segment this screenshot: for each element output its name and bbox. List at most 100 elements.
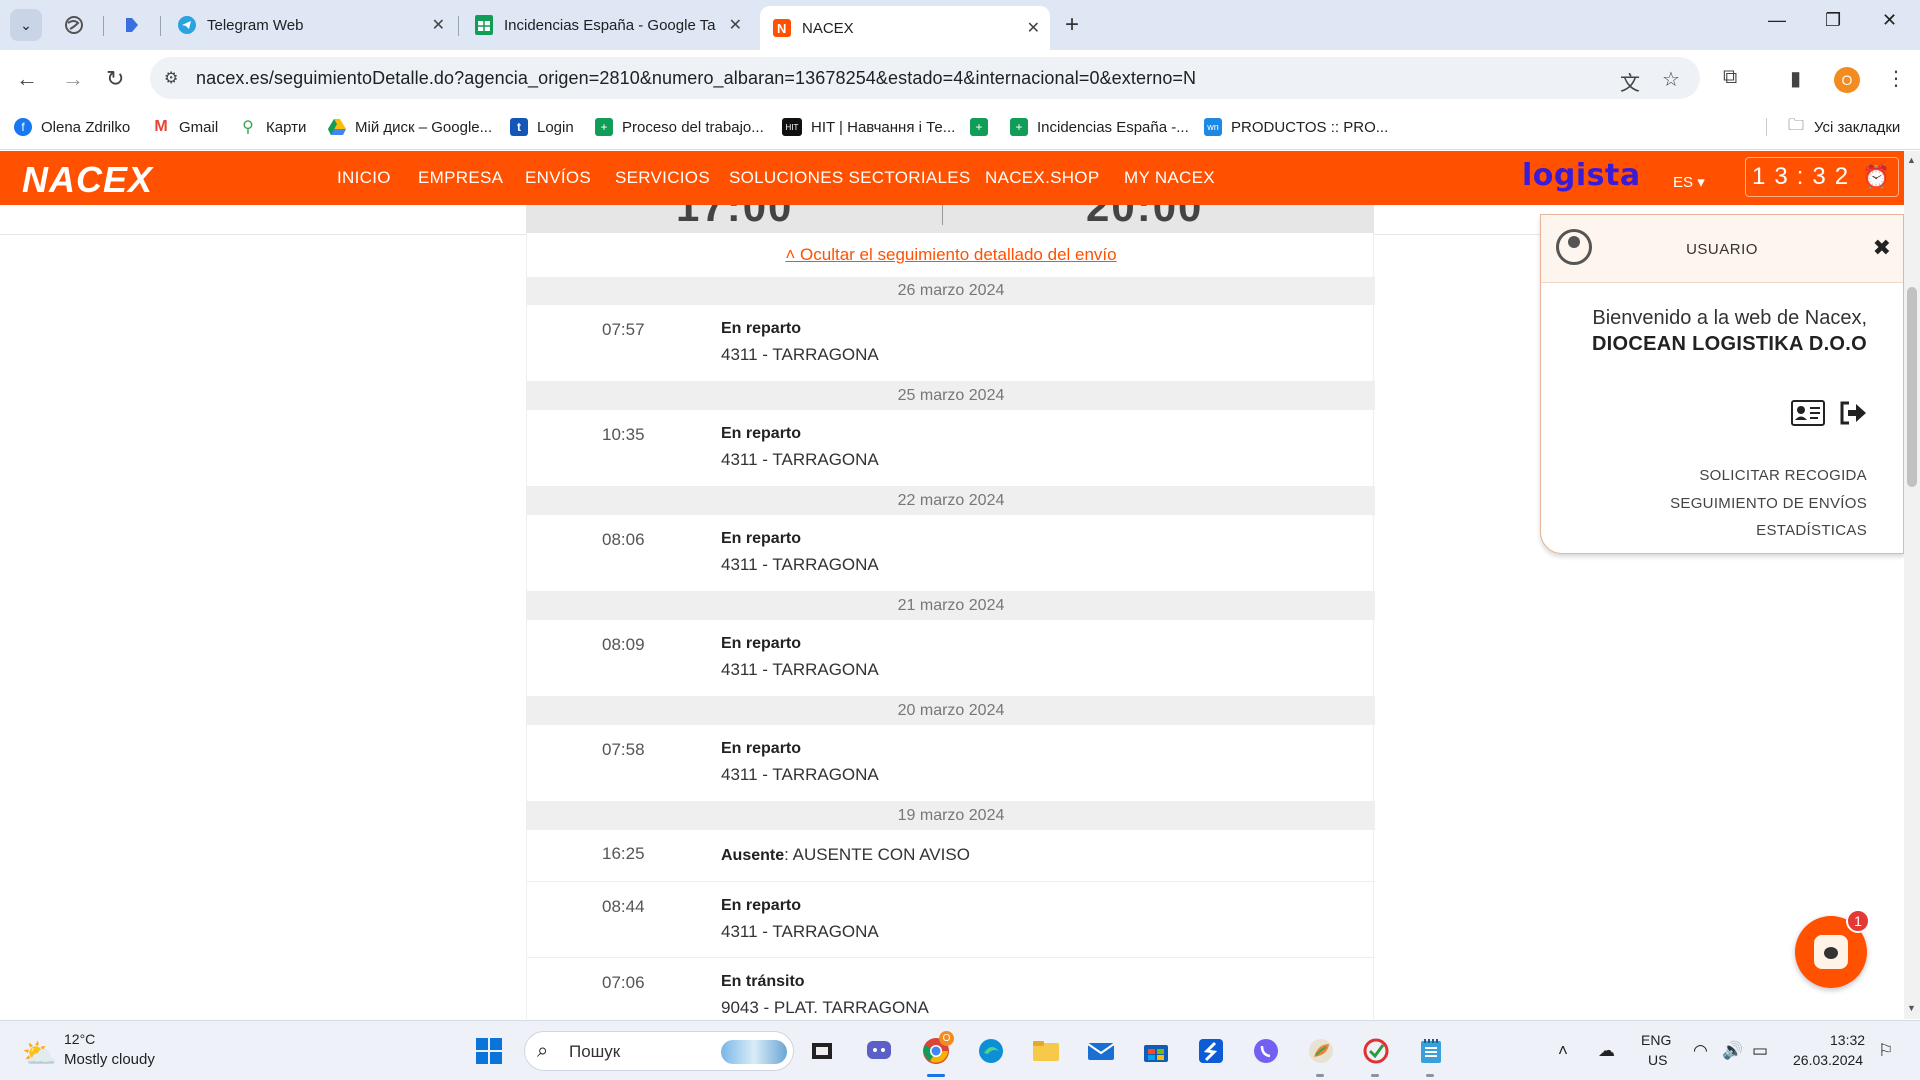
weather-description[interactable]: Mostly cloudy [64, 1051, 155, 1068]
bookmark-productos[interactable]: wn PRODUCTOS :: PRO... [1204, 118, 1388, 136]
nav-inicio[interactable]: INICIO [337, 168, 391, 188]
nav-my-nacex[interactable]: MY NACEX [1124, 168, 1215, 188]
link-estadisticas[interactable]: ESTADÍSTICAS [1756, 522, 1867, 539]
url-text[interactable]: nacex.es/seguimientoDetalle.do?agencia_o… [196, 68, 1196, 89]
event-time: 16:25 [602, 844, 645, 863]
tab-incidencias[interactable]: Incidencias España - Google Ta ✕ [462, 8, 752, 42]
viber-icon[interactable] [1250, 1035, 1282, 1067]
scroll-up-icon[interactable]: ▲ [1907, 155, 1916, 165]
page-scrollbar[interactable]: ▲ ▼ [1904, 151, 1920, 1019]
bookmark-login[interactable]: t Login [510, 118, 574, 136]
logout-icon[interactable] [1839, 400, 1867, 433]
tab-telegram[interactable]: Telegram Web ✕ [165, 8, 455, 42]
taskbar-search[interactable]: ⌕ Пошук [524, 1031, 794, 1071]
nav-envios[interactable]: ENVÍOS [525, 168, 591, 188]
nav-servicios[interactable]: SERVICIOS [615, 168, 710, 188]
close-icon[interactable]: ✕ [729, 15, 742, 35]
notepad-icon[interactable] [1415, 1035, 1447, 1067]
reload-icon[interactable]: ↻ [106, 66, 124, 92]
pinned-tab-app[interactable] [120, 13, 144, 37]
gmail-icon: M [154, 118, 168, 135]
forward-arrow-icon[interactable]: → [62, 66, 84, 92]
search-placeholder: Пошук [569, 1042, 621, 1061]
site-settings-icon[interactable]: ⚙ [164, 68, 178, 88]
weather-temperature[interactable]: 12°C [64, 1031, 95, 1047]
bookmark-maps[interactable]: ⚲ Карти [239, 118, 306, 137]
app-check-icon[interactable] [1360, 1035, 1392, 1067]
bookmark-olena[interactable]: f Olena Zdrilko [14, 118, 130, 136]
battery-icon[interactable]: ▭ [1752, 1041, 1768, 1061]
store-icon[interactable] [1140, 1035, 1172, 1067]
all-bookmarks[interactable]: 🗀 Усі закладки [1766, 117, 1900, 136]
scroll-down-icon[interactable]: ▼ [1907, 1003, 1916, 1013]
bookmark-hit[interactable]: HIT HIT | Навчання і Те... [782, 118, 955, 136]
close-icon[interactable]: ✕ [432, 15, 445, 35]
tab-label: Telegram Web [207, 16, 304, 34]
date-header: 22 marzo 2024 [527, 487, 1375, 515]
pinned-tab-globe[interactable] [62, 13, 86, 37]
tab-search-button[interactable]: ⌄ [10, 9, 42, 41]
chrome-profile-badge: O [939, 1031, 954, 1046]
new-tab-button[interactable]: + [1065, 11, 1079, 39]
bookmark-label: Olena Zdrilko [41, 118, 131, 136]
clock-time[interactable]: 13:32 [1830, 1032, 1865, 1048]
nav-soluciones[interactable]: SOLUCIONES SECTORIALES [729, 168, 971, 188]
hide-tracking-link[interactable]: ˄ Ocultar el seguimiento detallado del e… [527, 245, 1375, 265]
close-icon[interactable]: ✖ [1873, 235, 1891, 261]
cloud-sun-icon[interactable]: ⛅ [22, 1037, 57, 1070]
bookmark-label: PRODUCTOS :: PRO... [1231, 118, 1389, 136]
mail-icon[interactable] [1085, 1035, 1117, 1067]
close-icon[interactable]: ✕ [1027, 18, 1040, 38]
scrollbar-thumb[interactable] [1907, 287, 1917, 487]
event-time: 07:58 [602, 740, 645, 759]
app-s-icon[interactable] [1195, 1035, 1227, 1067]
company-name: DIOCEAN LOGISTIKA D.O.O [1591, 333, 1867, 355]
nacex-logo[interactable]: NACEX [22, 159, 153, 201]
onedrive-icon[interactable]: ☁ [1598, 1041, 1615, 1061]
more-menu-icon[interactable]: ⋮ [1886, 66, 1906, 91]
clock-date[interactable]: 26.03.2024 [1793, 1052, 1863, 1068]
search-highlight-image [721, 1040, 787, 1064]
edge-icon[interactable] [975, 1035, 1007, 1067]
volume-icon[interactable]: 🔊 [1722, 1041, 1743, 1061]
teams-chat-icon[interactable] [863, 1035, 895, 1067]
language-selector[interactable]: ES ▾ [1673, 173, 1705, 191]
extensions-icon[interactable]: ⧉ [1723, 66, 1737, 89]
address-bar[interactable]: ⚙ nacex.es/seguimientoDetalle.do?agencia… [150, 57, 1700, 99]
nav-nacex-shop[interactable]: NACEX.SHOP [985, 168, 1099, 188]
event-time: 10:35 [602, 425, 645, 444]
input-region[interactable]: US [1648, 1052, 1667, 1068]
nacex-favicon-icon: N [772, 18, 792, 38]
date-header: 21 marzo 2024 [527, 592, 1375, 620]
logista-logo[interactable]: logista [1522, 158, 1641, 193]
bookmark-proceso[interactable]: + Proceso del trabajo... [595, 118, 764, 136]
task-view-icon[interactable] [806, 1035, 838, 1067]
back-arrow-icon[interactable]: ← [16, 66, 38, 92]
star-icon[interactable]: ☆ [1662, 67, 1680, 92]
bookmark-drive[interactable]: Мій диск – Google... [328, 118, 492, 136]
link-solicitar-recogida[interactable]: SOLICITAR RECOGIDA [1699, 467, 1867, 484]
bookmark-sheet[interactable]: + [970, 118, 997, 136]
close-window-button[interactable]: ✕ [1882, 10, 1897, 31]
bookmark-incidencias[interactable]: + Incidencias España -... [1010, 118, 1189, 136]
app-leaf-icon[interactable] [1305, 1035, 1337, 1067]
translate-icon[interactable]: 文 [1620, 67, 1640, 96]
start-button[interactable] [473, 1035, 505, 1067]
notification-icon[interactable]: ⚐ [1878, 1041, 1893, 1061]
bookmark-gmail[interactable]: M Gmail [152, 118, 218, 136]
side-panel-icon[interactable]: ▮ [1790, 66, 1801, 91]
file-explorer-icon[interactable] [1030, 1035, 1062, 1067]
svg-text:N: N [777, 21, 786, 36]
chevron-up-icon[interactable]: ˄ [1558, 1041, 1568, 1061]
link-seguimiento-envios[interactable]: SEGUIMIENTO DE ENVÍOS [1670, 495, 1867, 512]
input-language[interactable]: ENG [1641, 1032, 1671, 1048]
nav-empresa[interactable]: EMPRESA [418, 168, 503, 188]
wifi-icon[interactable]: ◠ [1693, 1041, 1708, 1061]
taskbar: ⛅ 12°C Mostly cloudy ⌕ Пошук O ˄ ☁ ENG U… [0, 1020, 1920, 1080]
event-location: 4311 - TARRAGONA [721, 660, 879, 679]
minimize-button[interactable]: — [1768, 10, 1786, 31]
restore-button[interactable]: ❐ [1825, 10, 1841, 31]
tab-nacex[interactable]: N NACEX ✕ [760, 6, 1050, 50]
profile-avatar[interactable]: O [1834, 67, 1860, 93]
id-card-icon[interactable] [1791, 400, 1825, 433]
